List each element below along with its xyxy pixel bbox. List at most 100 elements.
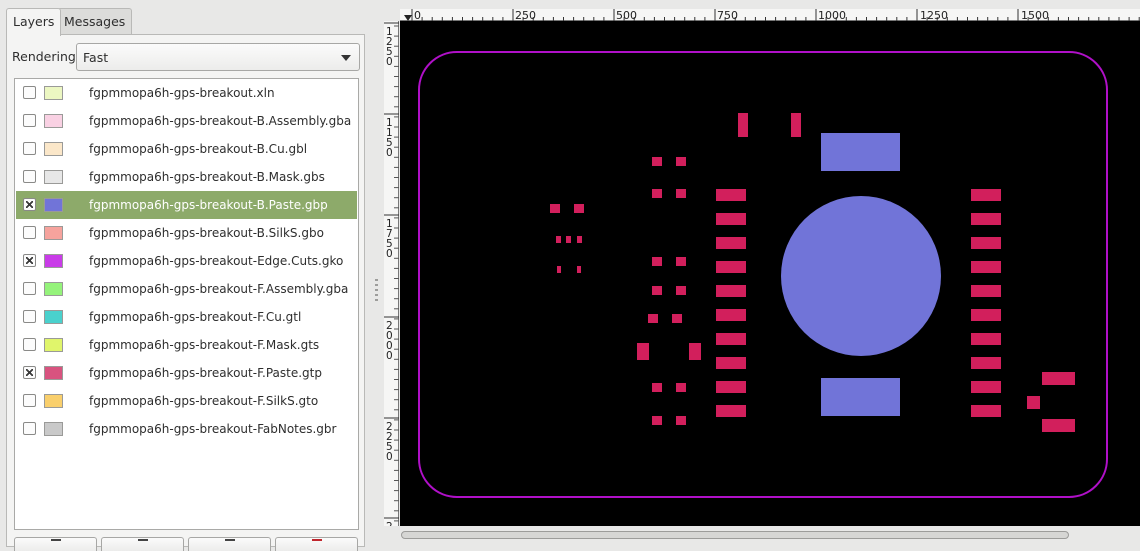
layer-row[interactable]: fgpmmopa6h-gps-breakout-F.Cu.gtl: [16, 303, 357, 331]
layer-color-swatch[interactable]: [44, 338, 63, 352]
back-paste-pad: [821, 378, 900, 416]
layer-name: fgpmmopa6h-gps-breakout-Edge.Cuts.gko: [89, 254, 344, 268]
layer-row[interactable]: fgpmmopa6h-gps-breakout-Edge.Cuts.gko: [16, 247, 357, 275]
layer-row[interactable]: fgpmmopa6h-gps-breakout-FabNotes.gbr: [16, 415, 357, 443]
layer-visibility-checkbox[interactable]: [23, 86, 36, 99]
layer-color-swatch[interactable]: [44, 170, 63, 184]
front-paste-pad: [971, 333, 1001, 345]
layer-row[interactable]: fgpmmopa6h-gps-breakout-B.Paste.gbp: [16, 191, 357, 219]
add-layer-button[interactable]: [14, 537, 97, 551]
layer-visibility-checkbox[interactable]: [23, 254, 36, 267]
front-paste-pad: [971, 309, 1001, 321]
front-paste-pad: [1042, 419, 1075, 432]
tab-messages[interactable]: Messages: [57, 8, 133, 35]
layer-visibility-checkbox[interactable]: [23, 366, 36, 379]
drawing-area: 0 250 500 750 1000 1250 1500 12501150175020002…: [384, 0, 1140, 547]
front-paste-pad: [577, 266, 581, 273]
front-paste-pad: [550, 204, 560, 213]
move-layer-up-button[interactable]: [188, 537, 271, 551]
tab-layers[interactable]: Layers: [6, 8, 62, 36]
move-layer-down-button[interactable]: [101, 537, 184, 551]
layer-visibility-checkbox[interactable]: [23, 226, 36, 239]
layer-color-swatch[interactable]: [44, 254, 63, 268]
layer-row[interactable]: fgpmmopa6h-gps-breakout-F.Mask.gts: [16, 331, 357, 359]
layer-row[interactable]: fgpmmopa6h-gps-breakout-B.Assembly.gba: [16, 107, 357, 135]
layer-color-swatch[interactable]: [44, 114, 63, 128]
layer-visibility-checkbox[interactable]: [23, 282, 36, 295]
front-paste-pad: [574, 204, 584, 213]
tab-messages-label: Messages: [64, 14, 126, 29]
layer-color-swatch[interactable]: [44, 142, 63, 156]
rendering-value: Fast: [83, 50, 109, 65]
layer-row[interactable]: fgpmmopa6h-gps-breakout-F.Assembly.gba: [16, 275, 357, 303]
pcb-canvas[interactable]: [400, 21, 1140, 526]
layer-color-swatch[interactable]: [44, 198, 63, 212]
ruler-tick-label: 250: [515, 9, 536, 21]
front-paste-pad: [716, 189, 746, 201]
layer-name: fgpmmopa6h-gps-breakout-F.Cu.gtl: [89, 310, 302, 324]
front-paste-pad: [791, 113, 801, 137]
layer-visibility-checkbox[interactable]: [23, 422, 36, 435]
front-paste-pad: [652, 189, 662, 198]
layer-visibility-checkbox[interactable]: [23, 338, 36, 351]
layer-color-swatch[interactable]: [44, 422, 63, 436]
pane-resize-handle[interactable]: [375, 279, 378, 301]
ruler-tick-label: 0: [386, 350, 393, 362]
ruler-tick-label: 500: [616, 9, 637, 21]
layer-color-swatch[interactable]: [44, 226, 63, 240]
front-paste-pad: [716, 285, 746, 297]
layer-color-swatch[interactable]: [44, 366, 63, 380]
front-paste-pad: [652, 257, 662, 266]
front-paste-pad: [689, 343, 701, 360]
remove-layer-button[interactable]: [275, 537, 358, 551]
front-paste-pad: [1027, 396, 1040, 409]
front-paste-pad: [652, 286, 662, 295]
layer-row[interactable]: fgpmmopa6h-gps-breakout-F.SilkS.gto: [16, 387, 357, 415]
front-paste-pad: [556, 236, 561, 243]
front-paste-pad: [648, 314, 658, 323]
layer-row[interactable]: fgpmmopa6h-gps-breakout-F.Paste.gtp: [16, 359, 357, 387]
front-paste-pad: [716, 261, 746, 273]
layer-visibility-checkbox[interactable]: [23, 142, 36, 155]
rendering-select[interactable]: Fast: [76, 43, 360, 71]
layer-name: fgpmmopa6h-gps-breakout-B.Mask.gbs: [89, 170, 325, 184]
front-paste-pad: [716, 213, 746, 225]
ruler-tick-label: 1250: [920, 9, 948, 21]
layer-visibility-checkbox[interactable]: [23, 114, 36, 127]
horizontal-ruler: 0 250 500 750 1000 1250 1500: [400, 9, 1140, 22]
front-paste-pad: [716, 405, 746, 417]
layer-row[interactable]: fgpmmopa6h-gps-breakout-B.Mask.gbs: [16, 163, 357, 191]
ruler-tick-label: 2: [386, 521, 393, 526]
layer-color-swatch[interactable]: [44, 282, 63, 296]
front-paste-pad: [676, 157, 686, 166]
front-paste-pad: [676, 416, 686, 425]
layer-name: fgpmmopa6h-gps-breakout-F.Paste.gtp: [89, 366, 322, 380]
chevron-down-icon: [341, 55, 351, 61]
layer-row[interactable]: fgpmmopa6h-gps-breakout-B.SilkS.gbo: [16, 219, 357, 247]
front-paste-pad: [971, 261, 1001, 273]
ruler-tick-label: 0: [386, 147, 393, 159]
layer-visibility-checkbox[interactable]: [23, 198, 36, 211]
front-paste-pad: [676, 257, 686, 266]
layer-list: fgpmmopa6h-gps-breakout.xln fgpmmopa6h-gp…: [14, 78, 359, 530]
ruler-tick-label: 1500: [1021, 9, 1049, 21]
front-paste-pad: [637, 343, 649, 360]
horizontal-scrollbar-thumb[interactable]: [401, 531, 1069, 539]
tab-layers-label: Layers: [13, 14, 55, 29]
layer-name: fgpmmopa6h-gps-breakout-FabNotes.gbr: [89, 422, 337, 436]
ruler-tick-label: 0: [386, 56, 393, 68]
ruler-tick-label: 0: [386, 451, 393, 463]
layer-color-swatch[interactable]: [44, 394, 63, 408]
layer-visibility-checkbox[interactable]: [23, 170, 36, 183]
layer-row[interactable]: fgpmmopa6h-gps-breakout.xln: [16, 79, 357, 107]
layer-color-swatch[interactable]: [44, 86, 63, 100]
ruler-tick-label: 750: [717, 9, 738, 21]
layer-row[interactable]: fgpmmopa6h-gps-breakout-B.Cu.gbl: [16, 135, 357, 163]
layer-visibility-checkbox[interactable]: [23, 394, 36, 407]
front-paste-pad: [652, 383, 662, 392]
layer-visibility-checkbox[interactable]: [23, 310, 36, 323]
front-paste-pad: [971, 213, 1001, 225]
front-paste-pad: [676, 383, 686, 392]
layer-name: fgpmmopa6h-gps-breakout-F.Assembly.gba: [89, 282, 349, 296]
layer-color-swatch[interactable]: [44, 310, 63, 324]
